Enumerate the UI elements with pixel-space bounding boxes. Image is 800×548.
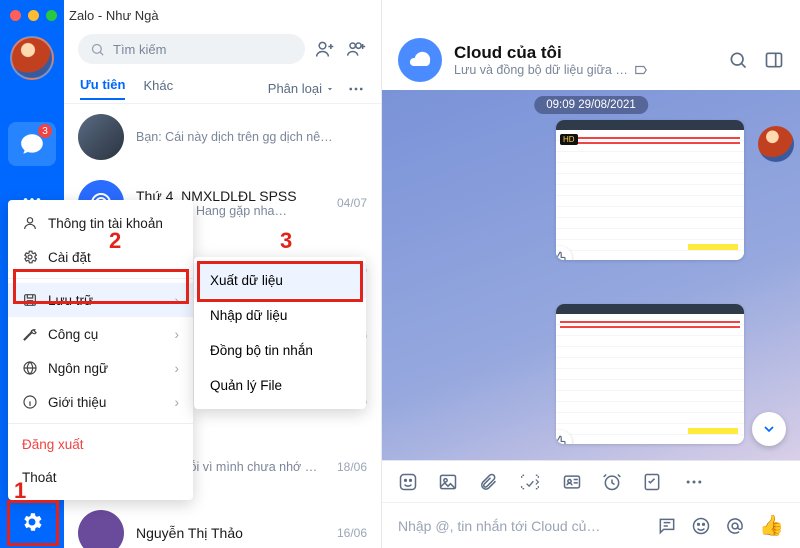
- chat-title: Cloud của tôi: [454, 43, 648, 63]
- add-friend-button[interactable]: [315, 39, 335, 59]
- sender-avatar: [758, 126, 794, 162]
- chat-header-avatar[interactable]: [398, 38, 442, 82]
- like-button[interactable]: 👍: [759, 513, 784, 538]
- composer-toolbar: [382, 460, 800, 502]
- menu-language[interactable]: Ngôn ngữ›: [8, 351, 193, 385]
- chevron-down-icon: [761, 421, 777, 437]
- menu-account[interactable]: Thông tin tài khoản: [8, 206, 193, 240]
- more-button[interactable]: [347, 80, 365, 98]
- cloud-icon: [408, 48, 432, 72]
- settings-menu: Thông tin tài khoản Cài đặt Lưu trữ› Côn…: [8, 200, 193, 500]
- users-plus-icon: [345, 39, 367, 59]
- card-icon: [562, 472, 582, 492]
- globe-icon: [22, 360, 38, 376]
- message-input[interactable]: [398, 518, 643, 534]
- attach-button[interactable]: [478, 472, 498, 492]
- timestamp-pill: 09:09 29/08/2021: [534, 96, 648, 114]
- smile-icon: [691, 516, 711, 536]
- message-bubble[interactable]: [556, 304, 744, 444]
- chevron-right-icon: ›: [175, 327, 180, 342]
- search-icon: [90, 42, 105, 57]
- mention-button[interactable]: [725, 516, 745, 536]
- chat-avatar: [78, 510, 124, 548]
- scroll-down-button[interactable]: [752, 412, 786, 446]
- window-title: Zalo - Như Ngà: [69, 8, 159, 23]
- menu-storage[interactable]: Lưu trữ›: [8, 283, 193, 317]
- menu-logout[interactable]: Đăng xuất: [8, 428, 193, 461]
- at-icon: [725, 516, 745, 536]
- chat-item[interactable]: Bạn: Cái này dịch trên gg dịch nê…: [64, 104, 381, 170]
- submenu-import[interactable]: Nhập dữ liệu: [194, 298, 366, 333]
- storage-submenu: Xuất dữ liệu Nhập dữ liệu Đồng bộ tin nh…: [194, 257, 366, 409]
- chat-subtitle: Lưu và đồng bộ dữ liệu giữa …: [454, 63, 648, 77]
- chat-badge: 3: [38, 124, 52, 138]
- chat-search-button[interactable]: [728, 50, 748, 70]
- user-plus-icon: [315, 39, 335, 59]
- titlebar: Zalo - Như Ngà: [0, 0, 800, 30]
- window-controls: [10, 10, 57, 21]
- thumbs-up-icon: [556, 435, 567, 444]
- gear-icon: [20, 510, 44, 534]
- menu-quit[interactable]: Thoát: [8, 461, 193, 494]
- emoji-button[interactable]: [691, 516, 711, 536]
- info-icon: [22, 394, 38, 410]
- message-bubble[interactable]: HD: [556, 120, 744, 260]
- chat-pane: Cloud của tôi Lưu và đồng bộ dữ liệu giữ…: [382, 0, 800, 548]
- submenu-files[interactable]: Quản lý File: [194, 368, 366, 403]
- menu-settings[interactable]: Cài đặt: [8, 240, 193, 274]
- todo-icon: [642, 472, 662, 492]
- chevron-down-icon: [325, 84, 335, 94]
- message-area[interactable]: 09:09 29/08/2021 HD: [382, 90, 800, 460]
- composer-more-button[interactable]: [684, 472, 704, 492]
- sticker-icon: [398, 472, 418, 492]
- avatar[interactable]: [10, 36, 54, 80]
- chevron-right-icon: ›: [175, 293, 180, 308]
- tab-priority[interactable]: Ưu tiên: [80, 77, 125, 100]
- chat-header: Cloud của tôi Lưu và đồng bộ dữ liệu giữ…: [382, 30, 800, 90]
- image-button[interactable]: [438, 472, 458, 492]
- search-icon: [728, 50, 748, 70]
- dots-icon: [347, 80, 365, 98]
- create-group-button[interactable]: [345, 39, 367, 59]
- chat-item[interactable]: Nguyễn Thị Thảo 16/06: [64, 500, 381, 548]
- sort-dropdown[interactable]: Phân loại: [268, 81, 335, 96]
- menu-tools[interactable]: Công cụ›: [8, 317, 193, 351]
- sticker-button[interactable]: [398, 472, 418, 492]
- save-icon: [22, 292, 38, 308]
- menu-about[interactable]: Giới thiệu›: [8, 385, 193, 419]
- thumbs-up-icon: [556, 251, 567, 260]
- tag-icon[interactable]: [634, 63, 648, 77]
- gear-icon: [22, 249, 38, 265]
- reminder-button[interactable]: [602, 472, 622, 492]
- wrench-icon: [22, 326, 38, 342]
- capture-icon: [518, 472, 542, 492]
- contact-card-button[interactable]: [562, 472, 582, 492]
- user-icon: [22, 215, 38, 231]
- chevron-right-icon: ›: [175, 361, 180, 376]
- maximize-icon[interactable]: [46, 10, 57, 21]
- close-icon[interactable]: [10, 10, 21, 21]
- search-input[interactable]: Tìm kiếm: [78, 34, 305, 64]
- paperclip-icon: [478, 472, 498, 492]
- dots-icon: [684, 472, 704, 492]
- screenshot-button[interactable]: [518, 472, 542, 492]
- alarm-icon: [602, 472, 622, 492]
- submenu-export[interactable]: Xuất dữ liệu: [194, 263, 366, 298]
- chat-lines-icon: [657, 516, 677, 536]
- quick-reply-button[interactable]: [657, 516, 677, 536]
- search-placeholder: Tìm kiếm: [113, 42, 166, 57]
- nav-settings[interactable]: [8, 500, 56, 544]
- chat-avatar: [78, 114, 124, 160]
- nav-chat[interactable]: 3: [8, 122, 56, 166]
- conversation-tabs: Ưu tiên Khác Phân loại: [64, 74, 381, 104]
- image-icon: [438, 472, 458, 492]
- task-button[interactable]: [642, 472, 662, 492]
- minimize-icon[interactable]: [28, 10, 39, 21]
- sidebar-icon: [764, 50, 784, 70]
- chat-panel-button[interactable]: [764, 50, 784, 70]
- submenu-sync[interactable]: Đồng bộ tin nhắn: [194, 333, 366, 368]
- tab-other[interactable]: Khác: [143, 78, 173, 99]
- chevron-right-icon: ›: [175, 395, 180, 410]
- composer: 👍: [382, 502, 800, 548]
